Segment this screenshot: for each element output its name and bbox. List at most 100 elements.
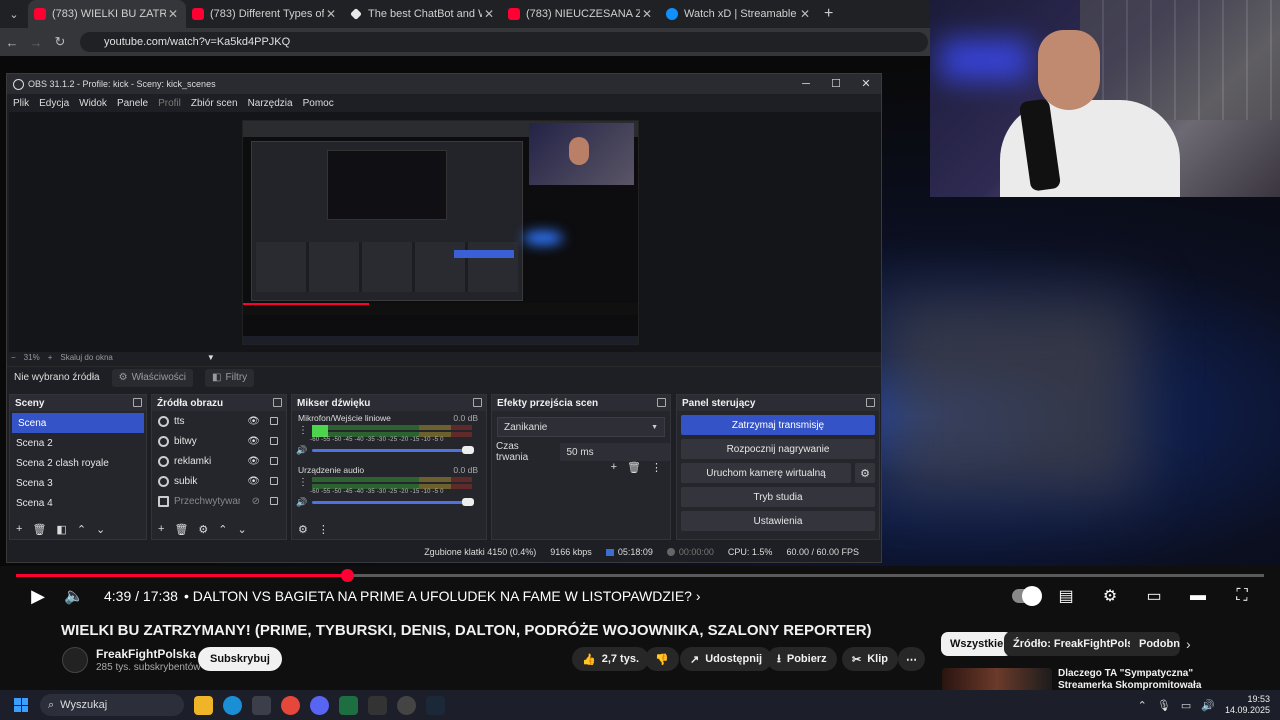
maximize-icon[interactable]: ☐ [821, 74, 851, 94]
trash-icon[interactable]: 🗑 [627, 461, 641, 474]
download-button[interactable]: ⭳ Pobierz [767, 647, 837, 671]
properties-button[interactable]: ⚙ Właściwości [111, 368, 194, 387]
scene-item[interactable]: Scena 2 [10, 433, 146, 453]
close-icon[interactable]: ✕ [640, 7, 654, 21]
lock-icon[interactable] [270, 417, 278, 425]
channel-name[interactable]: FreakFightPolska [96, 647, 196, 661]
new-tab-icon[interactable]: + [824, 5, 833, 23]
recommended-title[interactable]: Dlaczego TA "Sympatyczna" Streamerka Sko… [1058, 668, 1218, 692]
speaker-icon[interactable]: 🔊 [296, 497, 307, 508]
add-icon[interactable]: + [16, 523, 22, 535]
volume-slider[interactable] [312, 446, 474, 454]
filter-icon[interactable]: ◧ [56, 523, 66, 536]
volume-icon[interactable]: 🔊 [1201, 699, 1215, 712]
back-icon[interactable]: ← [0, 35, 24, 50]
undock-icon[interactable] [473, 398, 482, 407]
add-icon[interactable]: + [611, 461, 617, 474]
chevron-right-icon[interactable]: › [1186, 636, 1191, 652]
lock-icon[interactable] [270, 477, 278, 485]
miniplayer-icon[interactable]: ▭ [1136, 586, 1172, 606]
menu-profile[interactable]: Profil [158, 98, 181, 109]
studio-mode-button[interactable]: Tryb studia [681, 487, 875, 507]
recommended-thumbnail[interactable] [942, 668, 1052, 690]
browser-tab-4[interactable]: (783) NIEUCZESANA ZEZŁOMO ✕ [502, 0, 660, 28]
kebab-icon[interactable]: ⋮ [298, 477, 308, 488]
menu-scene-collection[interactable]: Zbiór scen [191, 98, 238, 109]
zoom-mode[interactable]: Skaluj do okna [60, 353, 112, 362]
tray-expand-icon[interactable]: ⌃ [1138, 699, 1147, 712]
forward-icon[interactable]: → [24, 35, 48, 50]
scene-item[interactable]: Scena 2 clash royale [10, 453, 146, 473]
browser-tab-2[interactable]: (783) Different Types of F1 25 P ✕ [186, 0, 344, 28]
trash-icon[interactable]: 🗑 [32, 523, 46, 536]
source-item[interactable]: bitwy 👁 [152, 431, 286, 451]
preview-area[interactable] [9, 112, 881, 352]
obs-taskbar-icon[interactable] [397, 695, 416, 715]
source-item[interactable]: reklamki 👁 [152, 451, 286, 471]
close-icon[interactable]: ✕ [482, 7, 496, 21]
store-icon[interactable] [252, 695, 271, 715]
volume-slider[interactable] [312, 498, 474, 506]
virtual-camera-button[interactable]: Uruchom kamerę wirtualną [681, 463, 851, 483]
mixer-settings-icon[interactable]: ⚙ [298, 523, 308, 536]
kebab-icon[interactable]: ⋮ [651, 461, 662, 474]
reload-icon[interactable]: ↻ [48, 34, 72, 50]
lock-icon[interactable] [270, 457, 278, 465]
browser-tab-5[interactable]: Watch xD | Streamable ✕ [660, 0, 818, 28]
discord-icon[interactable] [310, 695, 329, 715]
eye-hidden-icon[interactable]: ⊘ [252, 496, 260, 507]
close-icon[interactable]: ✕ [851, 74, 881, 94]
browser-tab-1[interactable]: (783) WIELKI BU ZATRZYMANY! ✕ [28, 0, 186, 28]
tab-search-icon[interactable]: ⌄ [0, 0, 28, 28]
gear-icon[interactable]: ⚙ [855, 463, 875, 483]
start-recording-button[interactable]: Rozpocznij nagrywanie [681, 439, 875, 459]
url-field[interactable]: youtube.com/watch?v=Ka5kd4PPJKQ [80, 32, 928, 52]
transition-select[interactable]: Zanikanie [497, 417, 665, 437]
gear-icon[interactable]: ⚙ [198, 523, 208, 536]
lock-icon[interactable] [270, 497, 278, 505]
undock-icon[interactable] [866, 398, 875, 407]
dislike-button[interactable]: 👎 [645, 647, 679, 671]
theater-icon[interactable]: ▬ [1180, 587, 1216, 605]
close-icon[interactable]: ✕ [324, 7, 338, 21]
undock-icon[interactable] [133, 398, 142, 407]
mic-icon[interactable]: 🎙 [1157, 699, 1171, 712]
volume-icon[interactable]: 🔈 [56, 586, 92, 606]
menu-file[interactable]: Plik [13, 98, 29, 109]
settings-button[interactable]: Ustawienia [681, 511, 875, 531]
taskbar-search[interactable]: ⌕ Wyszukaj [40, 694, 184, 716]
chip-related[interactable]: Podobne [1130, 632, 1180, 656]
subscribe-button[interactable]: Subskrybuj [198, 647, 282, 671]
browser-tab-3[interactable]: The best ChatBot and Widgets ✕ [344, 0, 502, 28]
fullscreen-icon[interactable]: ⛶ [1224, 587, 1260, 605]
like-button[interactable]: 👍 2,7 tys. [572, 647, 650, 671]
add-icon[interactable]: + [158, 523, 164, 535]
clip-button[interactable]: ✂ Klip [842, 647, 898, 671]
more-actions-button[interactable]: ⋯ [898, 647, 925, 671]
move-down-icon[interactable]: ⌄ [96, 523, 105, 536]
duration-field[interactable]: 50 ms [560, 443, 670, 461]
scene-item[interactable]: Scena 4 [10, 493, 146, 513]
autoplay-toggle[interactable] [1012, 586, 1042, 606]
move-up-icon[interactable]: ⌃ [218, 523, 227, 536]
play-icon[interactable]: ▶ [20, 586, 56, 607]
lock-icon[interactable] [270, 437, 278, 445]
app-icon[interactable] [368, 695, 387, 715]
close-icon[interactable]: ✕ [166, 7, 180, 21]
source-item[interactable]: tts 👁 [152, 411, 286, 431]
minimize-icon[interactable]: ─ [791, 74, 821, 94]
share-button[interactable]: ↗ Udostępnij [680, 647, 773, 671]
kebab-icon[interactable]: ⋮ [318, 523, 329, 536]
channel-avatar[interactable] [62, 647, 88, 673]
close-icon[interactable]: ✕ [798, 7, 812, 21]
trash-icon[interactable]: 🗑 [174, 523, 188, 536]
move-down-icon[interactable]: ⌄ [238, 523, 247, 536]
video-progress-bar[interactable] [16, 569, 1264, 582]
source-item[interactable]: Przechwytywanie ⊘ [152, 491, 286, 511]
speaker-icon[interactable]: 🔊 [296, 445, 307, 456]
menu-tools[interactable]: Narzędzia [248, 98, 293, 109]
subtitles-icon[interactable]: ▤ [1048, 586, 1084, 606]
chapter-title[interactable]: • DALTON VS BAGIETA NA PRIME A UFOLUDEK … [184, 588, 701, 604]
edge-icon[interactable] [223, 695, 242, 715]
menu-docks[interactable]: Panele [117, 98, 148, 109]
